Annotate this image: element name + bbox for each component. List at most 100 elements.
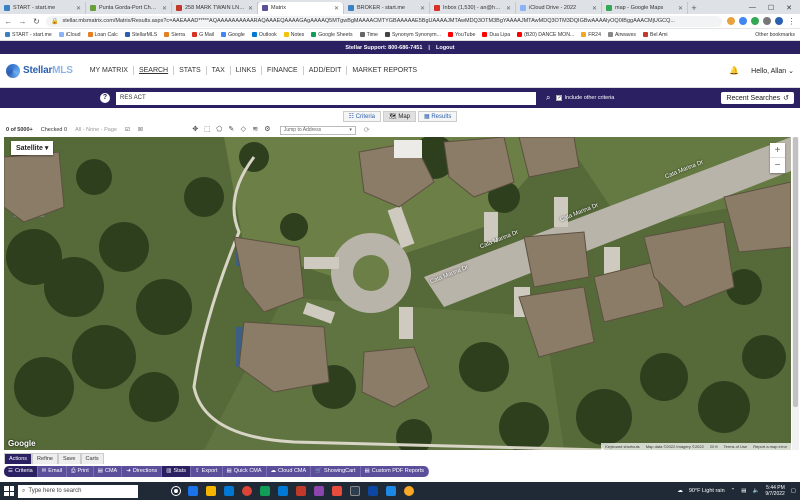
action-cma-button[interactable]: ▤ CMA — [93, 465, 123, 477]
polygon-icon[interactable]: ⬠ — [215, 126, 224, 134]
browser-tab[interactable]: iCloud Drive - 2022 ✕ — [516, 2, 602, 14]
action-tab-actions[interactable]: Actions — [4, 453, 33, 464]
browser-tab[interactable]: Matrix ✕ — [258, 2, 344, 14]
close-icon[interactable]: ✕ — [420, 5, 425, 12]
browser-tab[interactable]: BROKER - start.me ✕ — [344, 2, 430, 14]
tab-criteria[interactable]: ☷ Criteria — [342, 110, 382, 122]
bookmark-item[interactable]: Google — [221, 32, 245, 38]
menu-kebab-icon[interactable]: ⋮ — [787, 17, 796, 26]
mail-icon[interactable] — [278, 486, 288, 496]
user-greeting[interactable]: Hello, Allan ⌄ — [751, 67, 794, 75]
bookmark-item[interactable]: Bel Ami — [643, 32, 668, 38]
reload-icon[interactable]: ↻ — [32, 17, 41, 26]
nav-item-finance[interactable]: FINANCE — [262, 66, 304, 75]
taskbar-search[interactable]: ⌕ Type here to search — [18, 484, 138, 498]
tab-results[interactable]: ▦ Results — [418, 110, 458, 122]
other-bookmarks[interactable]: Other bookmarks — [755, 32, 795, 38]
app-icon[interactable] — [404, 486, 414, 496]
app-icon[interactable] — [386, 486, 396, 496]
action-custom-pdf-reports-button[interactable]: ▤ Custom PDF Reports — [360, 465, 429, 477]
zoom-in-button[interactable]: + — [770, 143, 785, 158]
select-all-none-page[interactable]: All - None - Page — [75, 127, 117, 133]
action-quick-cma-button[interactable]: ▤ Quick CMA — [222, 465, 267, 477]
bookmark-item[interactable]: iCloud — [58, 32, 81, 38]
bookmark-item[interactable]: Synonym Synonym... — [384, 32, 441, 38]
zoom-out-button[interactable]: − — [770, 158, 785, 173]
bell-icon[interactable]: 🔔 — [729, 66, 739, 75]
eraser-icon[interactable]: ◇ — [239, 126, 248, 134]
chrome-icon[interactable] — [242, 486, 252, 496]
chevron-up-icon[interactable]: ⌃ — [731, 488, 736, 494]
bookmark-item[interactable]: (B20) DANCE MON... — [517, 32, 574, 38]
app-icon[interactable] — [332, 486, 342, 496]
bookmark-item[interactable]: StellarMLS — [124, 32, 157, 38]
close-icon[interactable]: ✕ — [678, 5, 683, 12]
new-tab-button[interactable]: + — [688, 2, 700, 14]
browser-tab[interactable]: map - Google Maps ✕ — [602, 2, 688, 14]
task-view-icon[interactable] — [171, 486, 181, 496]
clock[interactable]: 5:44 PM 9/7/2022 — [765, 485, 784, 497]
bookmark-item[interactable]: YouTube — [447, 32, 475, 38]
pan-icon[interactable]: ✥ — [191, 126, 200, 134]
extension-icon[interactable] — [763, 17, 771, 25]
action-tab-refine[interactable]: Refine — [32, 453, 58, 464]
close-icon[interactable]: ✕ — [162, 5, 167, 12]
map-footer-item[interactable]: Report a map error — [753, 444, 787, 449]
windows-start-icon[interactable] — [4, 486, 14, 496]
bookmark-item[interactable]: Google Sheets — [311, 32, 353, 38]
browser-tab[interactable]: START - start.me ✕ — [0, 2, 86, 14]
url-field[interactable]: 🔒 stellar.mlsmatrix.com/Matrix/Results.a… — [46, 15, 722, 27]
scrollbar-thumb[interactable] — [793, 137, 798, 407]
uncheck-icon[interactable]: ☒ — [138, 127, 143, 133]
map-type-dropdown[interactable]: Satellite ▾ — [11, 141, 54, 155]
close-icon[interactable]: ✕ — [334, 5, 339, 12]
action-stats-button[interactable]: ▥ Stats — [162, 465, 192, 477]
pencil-icon[interactable]: ✎ — [227, 126, 236, 134]
bookmark-item[interactable]: Notes — [283, 32, 304, 38]
action-print-button[interactable]: ⎙ Print — [67, 465, 94, 477]
bookmark-item[interactable]: Loan Calc — [87, 32, 118, 38]
app-icon[interactable] — [260, 486, 270, 496]
map-footer-item[interactable]: Terms of Use — [724, 444, 748, 449]
bookmark-item[interactable]: Airwaves — [607, 32, 636, 38]
close-icon[interactable]: ✕ — [506, 5, 511, 12]
nav-item-stats[interactable]: STATS — [174, 66, 207, 75]
close-window-icon[interactable]: ✕ — [786, 4, 792, 12]
action-export-button[interactable]: ⇪ Export — [191, 465, 223, 477]
browser-tab[interactable]: Punta Gorda-Port Charlott ✕ — [86, 2, 172, 14]
extension-icon[interactable] — [739, 17, 747, 25]
nav-item-links[interactable]: LINKS — [231, 66, 262, 75]
network-icon[interactable]: ▤ — [741, 488, 746, 494]
close-icon[interactable]: ✕ — [248, 5, 253, 12]
nav-item-market-reports[interactable]: MARKET REPORTS — [347, 66, 422, 75]
action-criteria-button[interactable]: ☰ Criteria — [4, 465, 38, 477]
nav-item-my-matrix[interactable]: MY MATRIX — [85, 66, 134, 75]
browser-tab[interactable]: Inbox (1,530) - an@home ✕ — [430, 2, 516, 14]
extension-icon[interactable] — [727, 17, 735, 25]
extension-icon[interactable] — [751, 17, 759, 25]
app-icon[interactable] — [350, 486, 360, 496]
refresh-icon[interactable]: ⟳ — [364, 126, 370, 134]
check-icon[interactable]: ☑ — [125, 127, 130, 133]
close-icon[interactable]: ✕ — [592, 5, 597, 12]
search-input[interactable]: RES ACT — [116, 91, 536, 105]
include-checkbox[interactable]: ✓ — [556, 95, 563, 101]
maximize-icon[interactable]: ☐ — [768, 4, 774, 12]
profile-avatar[interactable] — [775, 17, 783, 25]
bookmark-item[interactable]: Outlook — [251, 32, 277, 38]
weather-text[interactable]: 90°F Light rain — [689, 488, 725, 494]
back-icon[interactable]: ← — [4, 17, 13, 26]
help-icon[interactable]: ? — [100, 93, 110, 103]
nav-item-search[interactable]: SEARCH — [134, 66, 175, 75]
jump-to-address-select[interactable]: Jump to Address ▾ — [279, 125, 356, 135]
logout-link[interactable]: Logout — [436, 45, 455, 51]
bookmark-item[interactable]: START - start.me — [5, 32, 52, 38]
settings-icon[interactable]: ⚙ — [263, 126, 272, 134]
stellar-logo[interactable]: StellarMLS — [6, 63, 73, 78]
rectangle-icon[interactable]: ⬚ — [203, 126, 212, 134]
app-icon[interactable] — [314, 486, 324, 496]
app-icon[interactable] — [296, 486, 306, 496]
file-explorer-icon[interactable] — [206, 486, 216, 496]
map-footer-item[interactable]: Keyboard shortcuts — [605, 444, 639, 449]
nav-item-add-edit[interactable]: ADD/EDIT — [304, 66, 348, 75]
